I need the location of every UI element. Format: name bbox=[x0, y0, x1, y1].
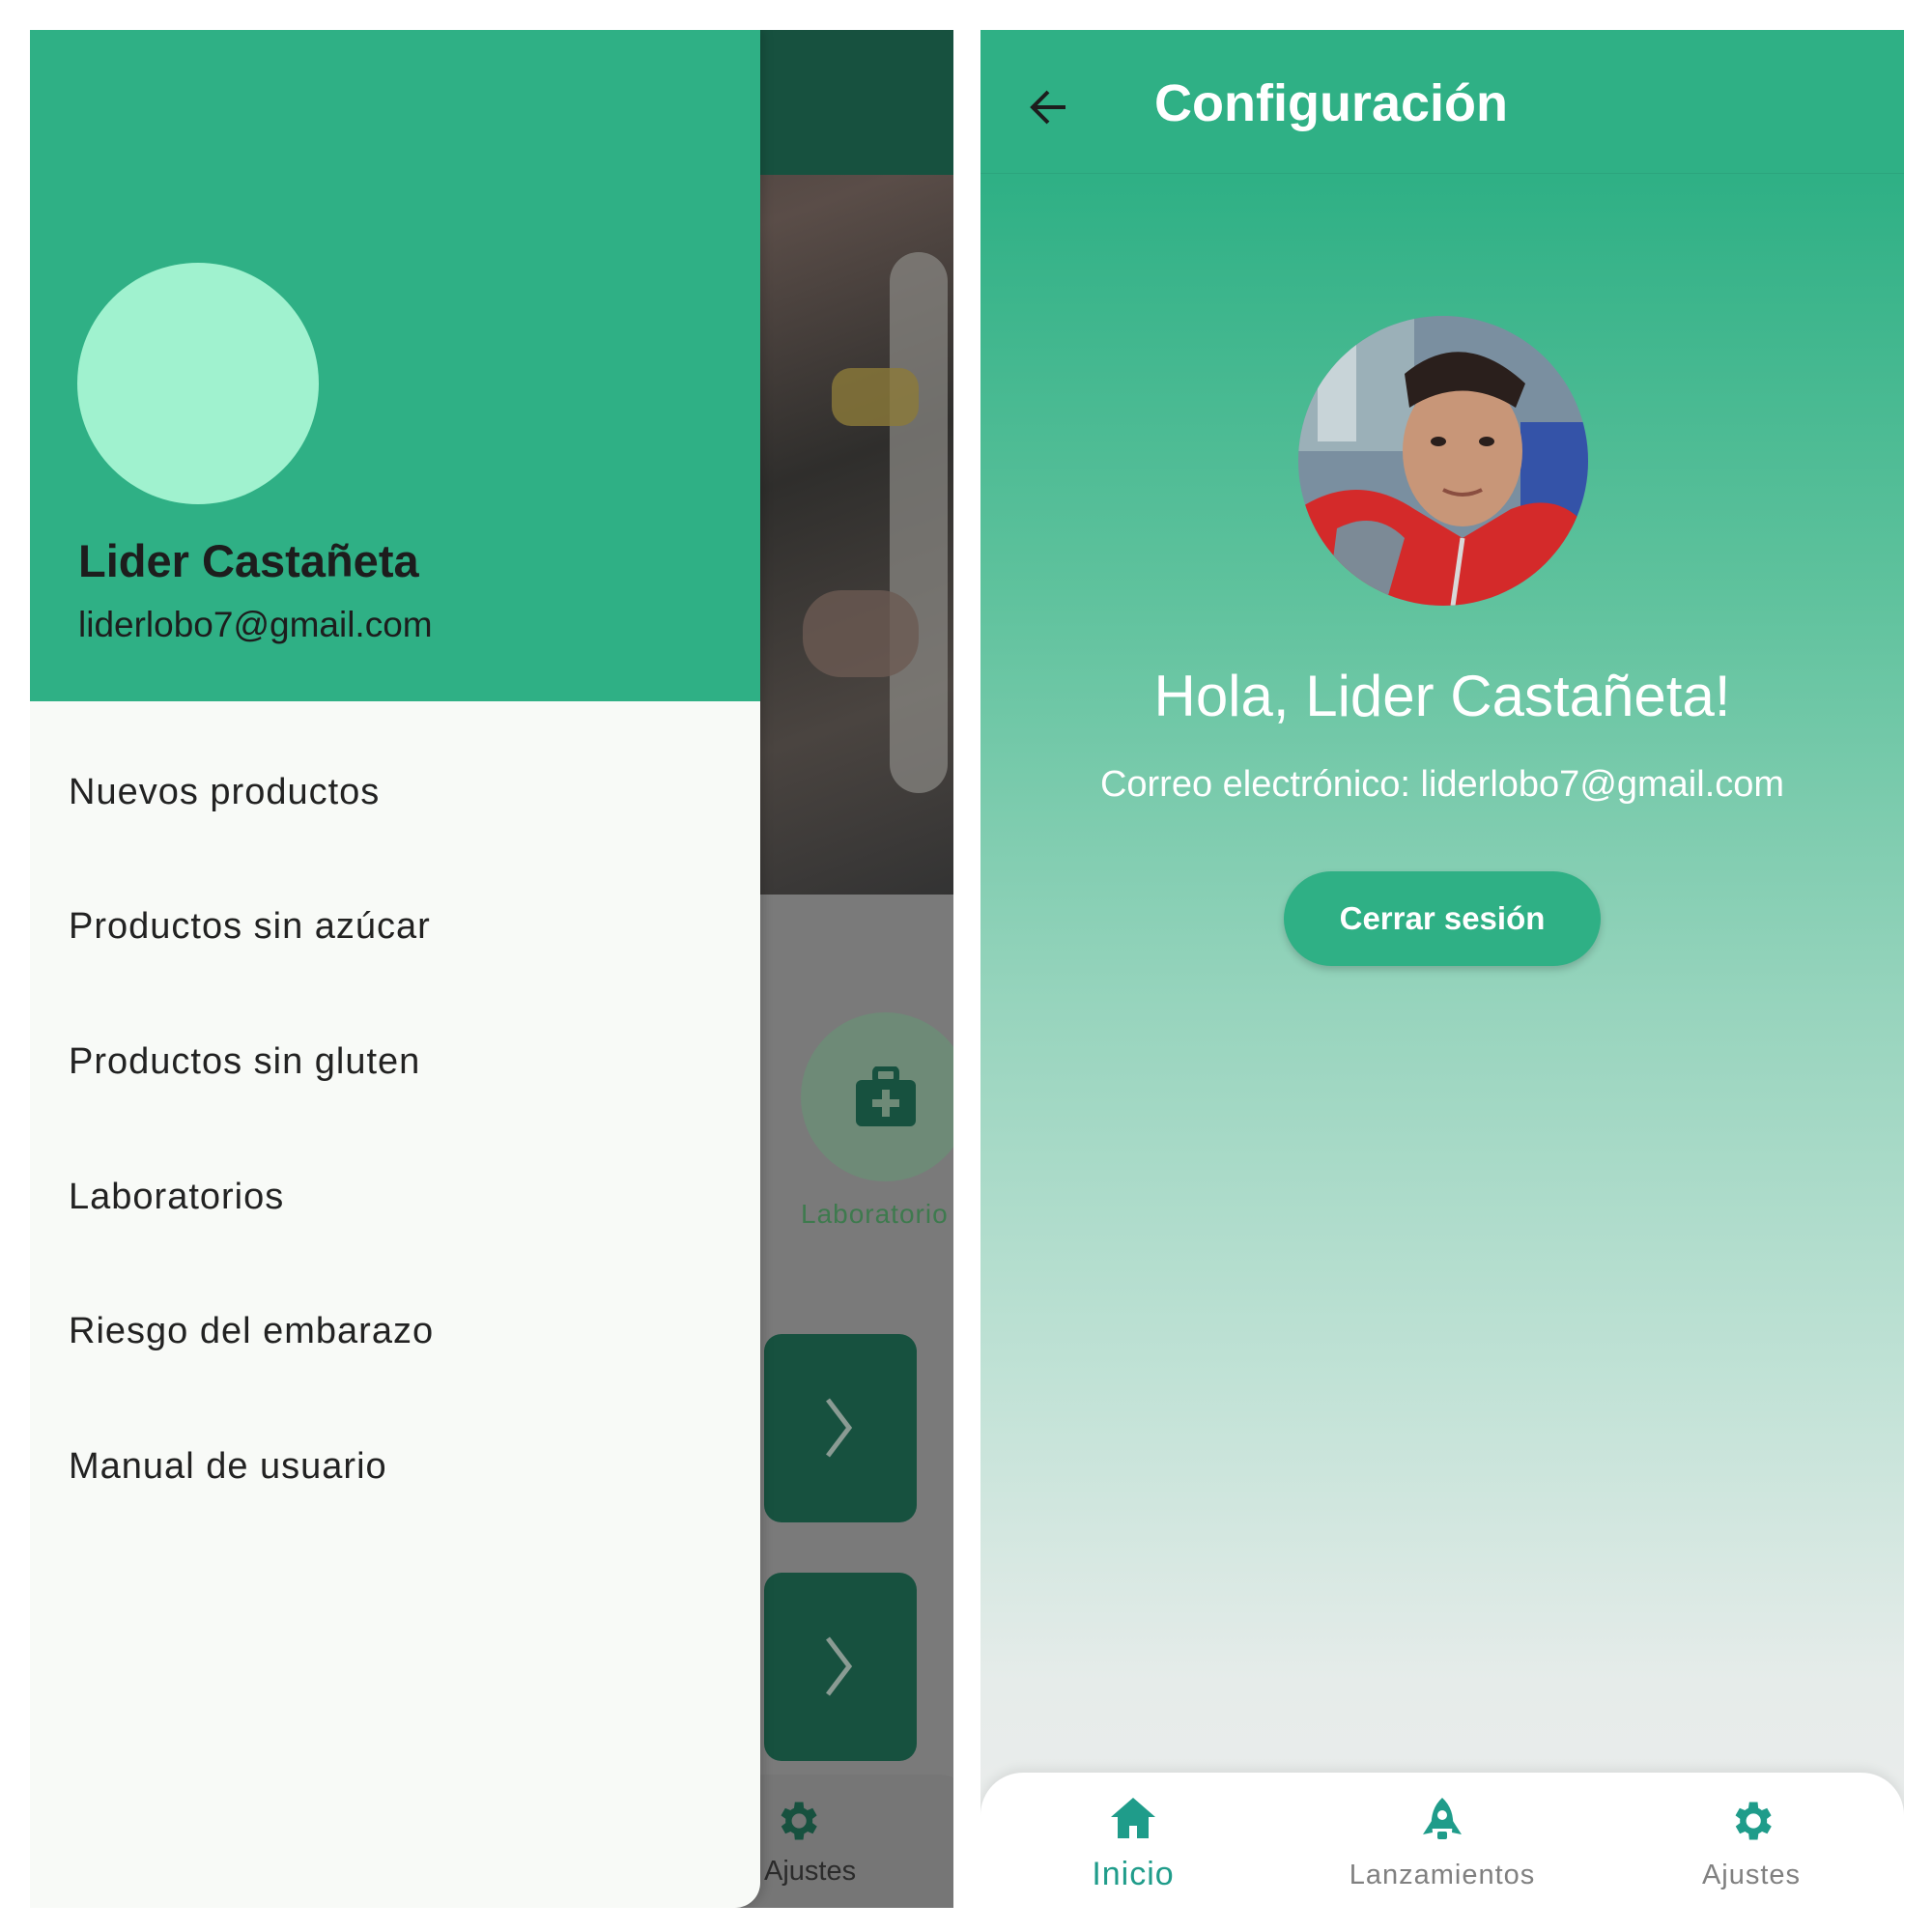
drawer-item-productos-sin-azucar[interactable]: Productos sin azúcar bbox=[69, 906, 745, 948]
nav-item-lanzamientos[interactable]: Lanzamientos bbox=[1326, 1773, 1558, 1908]
right-screen: Configuración Hola, Lider Castañeta! Cor… bbox=[980, 30, 1904, 1908]
profile-photo-image bbox=[1298, 316, 1588, 606]
greeting-text: Hola, Lider Castañeta! bbox=[1153, 664, 1731, 728]
nav-label: Inicio bbox=[1092, 1856, 1175, 1892]
home-icon bbox=[1111, 1798, 1155, 1838]
nav-label: Lanzamientos bbox=[1349, 1860, 1536, 1890]
email-text: Correo electrónico: liderlobo7@gmail.com bbox=[1099, 764, 1785, 805]
nav-item-inicio[interactable]: Inicio bbox=[1017, 1773, 1249, 1908]
background-card bbox=[764, 1573, 917, 1761]
arrow-back-icon[interactable] bbox=[1027, 86, 1069, 128]
background-category-circle bbox=[801, 1012, 953, 1181]
drawer-item-manual-de-usuario[interactable]: Manual de usuario bbox=[69, 1446, 745, 1488]
left-screen: Laboratorio Ajustes Lider Castañeta lide… bbox=[30, 30, 953, 1908]
app-bar: Configuración bbox=[980, 30, 1904, 174]
nav-item-ajustes[interactable]: Ajustes bbox=[1635, 1773, 1867, 1908]
medical-kit-icon bbox=[855, 1065, 916, 1126]
drawer-header: Lider Castañeta liderlobo7@gmail.com bbox=[30, 30, 760, 701]
chevron-right-icon bbox=[826, 1636, 853, 1696]
gear-icon bbox=[781, 1802, 817, 1840]
drawer-item-nuevos-productos[interactable]: Nuevos productos bbox=[69, 772, 745, 813]
background-category-label: Laboratorio bbox=[801, 1199, 949, 1229]
background-card bbox=[764, 1334, 917, 1522]
drawer-item-riesgo-del-embarazo[interactable]: Riesgo del embarazo bbox=[69, 1311, 745, 1352]
chevron-right-icon bbox=[826, 1398, 853, 1458]
drawer-item-laboratorios[interactable]: Laboratorios bbox=[69, 1177, 745, 1218]
logout-button[interactable]: Cerrar sesión bbox=[1284, 871, 1601, 966]
drawer-item-productos-sin-gluten[interactable]: Productos sin gluten bbox=[69, 1041, 745, 1083]
rocket-icon bbox=[1423, 1798, 1462, 1839]
gear-icon bbox=[1735, 1802, 1772, 1840]
page-title: Configuración bbox=[1154, 74, 1508, 132]
avatar bbox=[77, 263, 319, 504]
navigation-drawer: Lider Castañeta liderlobo7@gmail.com Nue… bbox=[30, 30, 760, 1908]
profile-photo bbox=[1298, 316, 1588, 606]
nav-label: Ajustes bbox=[1701, 1860, 1802, 1890]
user-name: Lider Castañeta bbox=[78, 535, 419, 586]
user-email: liderlobo7@gmail.com bbox=[78, 605, 433, 644]
background-nav-label: Ajustes bbox=[764, 1856, 857, 1887]
bottom-nav: Inicio Lanzamientos Ajustes bbox=[980, 1773, 1904, 1908]
